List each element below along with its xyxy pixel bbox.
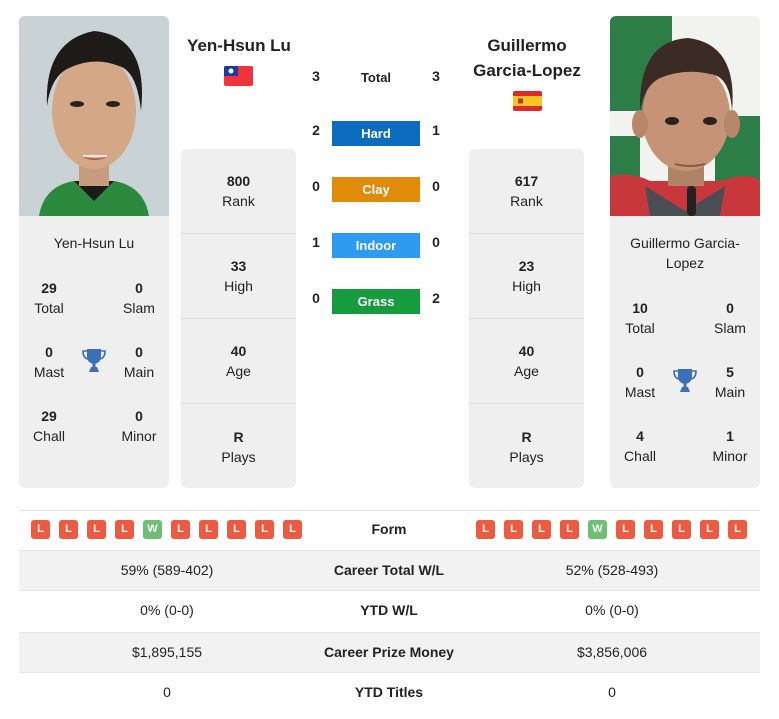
comparison-label: Career Prize Money: [324, 644, 454, 660]
player1-plays: R Plays: [221, 428, 256, 465]
h2h-p1-total: 3: [312, 68, 320, 84]
spain-flag-icon: [513, 91, 542, 111]
player2-form-badge-loss[interactable]: L: [476, 520, 495, 539]
comparison-row: 59% (589-402) Career Total W/L 52% (528-49…: [19, 550, 760, 591]
player1-stats-card: 800 Rank 33 High 40 Age R Plays: [181, 149, 296, 488]
player1-titles-mast: 0 Mast: [33, 344, 65, 380]
player1-rank: 800 Rank: [181, 149, 296, 234]
player1-titles-chall: 29 Chall: [33, 408, 65, 444]
player2-form-badge-loss[interactable]: L: [672, 520, 691, 539]
h2h-p2-clay: 0: [432, 178, 440, 194]
surface-clay: Clay: [332, 177, 420, 202]
surface-grass: Grass: [332, 289, 420, 314]
trophy-icon: [82, 347, 106, 373]
player1-value: 59% (589-402): [120, 562, 214, 578]
taiwan-flag-icon: [224, 66, 253, 86]
player1-card: Yen-Hsun Lu 29 Total 0 Slam 0 Mast 0 Mai…: [19, 16, 169, 488]
player2-stats-card: 617 Rank 23 High 40 Age R Plays: [469, 149, 584, 488]
player2-card-name: Guillermo Garcia- Lopez: [630, 235, 740, 271]
player1-form-badge-loss[interactable]: L: [227, 520, 246, 539]
player1-photo: [19, 16, 169, 216]
player2-value: $3,856,006: [576, 644, 648, 660]
player1-value: 0% (0-0): [140, 602, 194, 618]
player2-age: 40 Age: [469, 319, 584, 404]
form-label: Form: [371, 521, 407, 537]
form-row: LLLLWLLLLL Form LLLLWLLLLL: [19, 510, 760, 550]
player2-value: 52% (528-493): [565, 562, 659, 578]
comparison-row: $1,895,155 Career Prize Money $3,856,006: [19, 632, 760, 673]
player2-value: 0% (0-0): [585, 602, 639, 618]
player2-form-badge-loss[interactable]: L: [532, 520, 551, 539]
player1-form-badge-win[interactable]: W: [143, 520, 162, 539]
player2-card: Guillermo Garcia- Lopez 10 Total 0 Slam …: [610, 16, 760, 488]
player2-titles-mast: 0 Mast: [624, 364, 656, 400]
player1-titles-total: 29 Total: [34, 280, 64, 316]
player2-value: 0: [608, 684, 616, 700]
player2-form-badge-loss[interactable]: L: [560, 520, 579, 539]
player2-titles-total: 10 Total: [625, 300, 655, 336]
player2-photo: [610, 16, 760, 216]
player2-form-badge-loss[interactable]: L: [616, 520, 635, 539]
player2-form-badge-loss[interactable]: L: [700, 520, 719, 539]
player1-card-name: Yen-Hsun Lu: [53, 235, 135, 251]
surface-indoor: Indoor: [332, 233, 420, 258]
player2-titles-minor: 1 Minor: [712, 428, 748, 464]
player1-titles-main: 0 Main: [123, 344, 155, 380]
comparison-row: 0 YTD Titles 0: [19, 673, 760, 714]
player1-form-badge-loss[interactable]: L: [115, 520, 134, 539]
h2h-p1-hard: 2: [312, 122, 320, 138]
comparison-label: YTD W/L: [360, 602, 418, 618]
player2-name[interactable]: Guillermo Garcia-Lopez: [462, 33, 592, 83]
player1-value: 0: [163, 684, 171, 700]
player2-form-badge-loss[interactable]: L: [504, 520, 523, 539]
h2h-p2-grass: 2: [432, 290, 440, 306]
player2-plays: R Plays: [509, 428, 544, 465]
comparison-label: Career Total W/L: [333, 562, 445, 578]
player2-form-badge-loss[interactable]: L: [644, 520, 663, 539]
player1-age: 40 Age: [181, 319, 296, 404]
player2-form-badge-win[interactable]: W: [588, 520, 607, 539]
player1-value: $1,895,155: [131, 644, 203, 660]
player1-form-badge-loss[interactable]: L: [59, 520, 78, 539]
player1-name[interactable]: Yen-Hsun Lu: [172, 33, 306, 58]
player2-rank: 617 Rank: [469, 149, 584, 234]
surface-total: Total: [360, 70, 392, 85]
player1-titles-slam: 0 Slam: [123, 280, 155, 316]
comparison-label: YTD Titles: [354, 684, 424, 700]
trophy-icon: [673, 367, 697, 393]
player2-high: 23 High: [469, 234, 584, 319]
player1-form-badge-loss[interactable]: L: [199, 520, 218, 539]
h2h-p1-indoor: 1: [312, 234, 320, 250]
h2h-p2-hard: 1: [432, 122, 440, 138]
h2h-p1-grass: 0: [312, 290, 320, 306]
player2-titles-main: 5 Main: [714, 364, 746, 400]
player2-titles-chall: 4 Chall: [624, 428, 656, 464]
surface-hard: Hard: [332, 121, 420, 146]
player1-form-badge-loss[interactable]: L: [31, 520, 50, 539]
player1-form-badge-loss[interactable]: L: [255, 520, 274, 539]
player1-form-badge-loss[interactable]: L: [87, 520, 106, 539]
player1-high: 33 High: [181, 234, 296, 319]
h2h-p1-clay: 0: [312, 178, 320, 194]
h2h-p2-indoor: 0: [432, 234, 440, 250]
player1-titles-minor: 0 Minor: [121, 408, 157, 444]
player2-titles-slam: 0 Slam: [714, 300, 746, 336]
player1-form-badge-loss[interactable]: L: [171, 520, 190, 539]
comparison-row: 0% (0-0) YTD W/L 0% (0-0): [19, 591, 760, 632]
player1-form-badge-loss[interactable]: L: [283, 520, 302, 539]
player2-form-badge-loss[interactable]: L: [728, 520, 747, 539]
h2h-p2-total: 3: [432, 68, 440, 84]
